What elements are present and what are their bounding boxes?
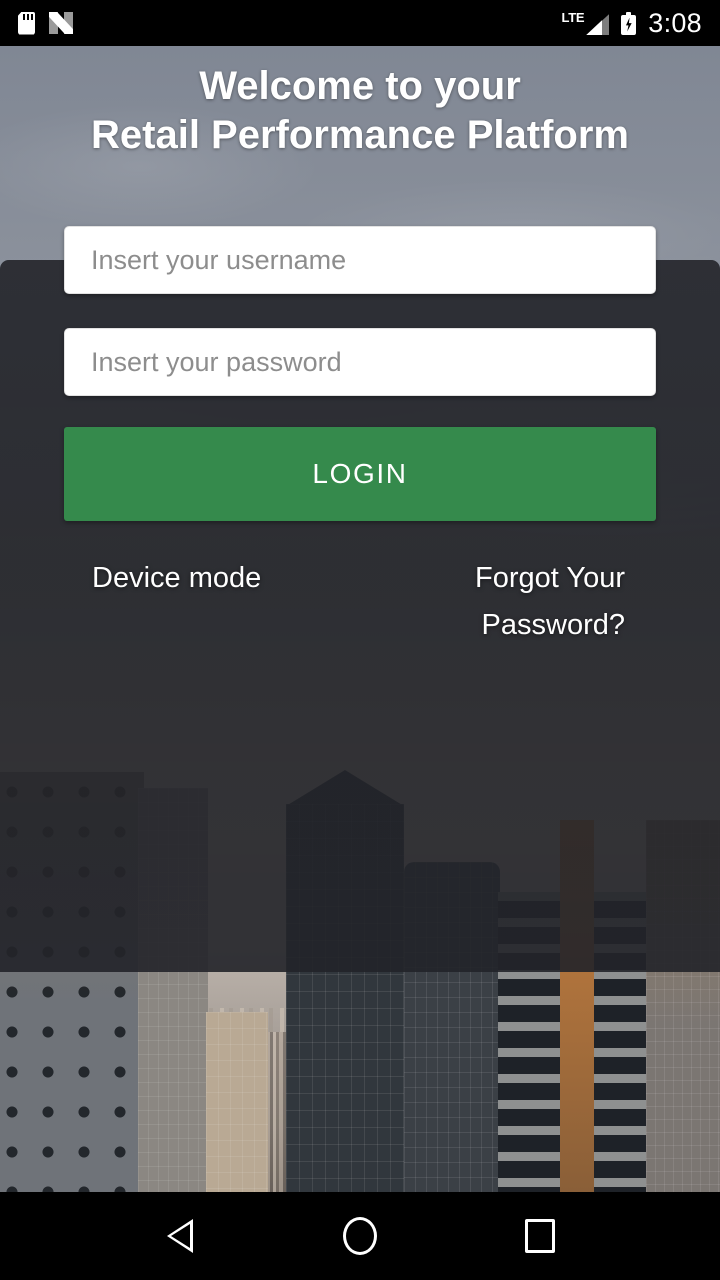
status-bar-clock: 3:08 [648,7,702,38]
password-field[interactable]: Insert your password [64,328,656,396]
recents-icon [525,1219,555,1253]
android-navigation-bar [0,1192,720,1280]
home-icon [343,1217,377,1255]
battery-charging-icon [621,11,637,35]
status-bar: LTE 3:08 [0,0,720,46]
building-left-mid-low [206,1012,268,1192]
heading-line-2: Retail Performance Platform [91,112,629,157]
recents-button[interactable] [505,1201,575,1271]
network-type-label: LTE [561,10,585,25]
android-n-icon [49,12,73,34]
phone-screen: LTE 3:08 Welcome to your Retail Performa… [0,0,720,1280]
password-placeholder: Insert your password [91,346,342,377]
signal-icon: LTE [562,11,610,35]
home-button[interactable] [325,1201,395,1271]
forgot-password-link[interactable]: Forgot Your Password? [325,555,625,649]
sd-card-icon [18,11,35,35]
device-mode-link[interactable]: Device mode [92,555,261,602]
heading-line-1: Welcome to your [199,64,521,108]
username-placeholder: Insert your username [91,244,347,275]
back-icon [167,1219,193,1253]
status-bar-right-icons: LTE 3:08 [562,7,702,38]
page-title: Welcome to your Retail Performance Platf… [0,62,720,160]
back-button[interactable] [145,1201,215,1271]
login-form: Welcome to your Retail Performance Platf… [0,0,720,712]
username-field[interactable]: Insert your username [64,226,656,294]
login-button[interactable]: LOGIN [64,427,656,521]
status-bar-left-icons [18,11,73,35]
